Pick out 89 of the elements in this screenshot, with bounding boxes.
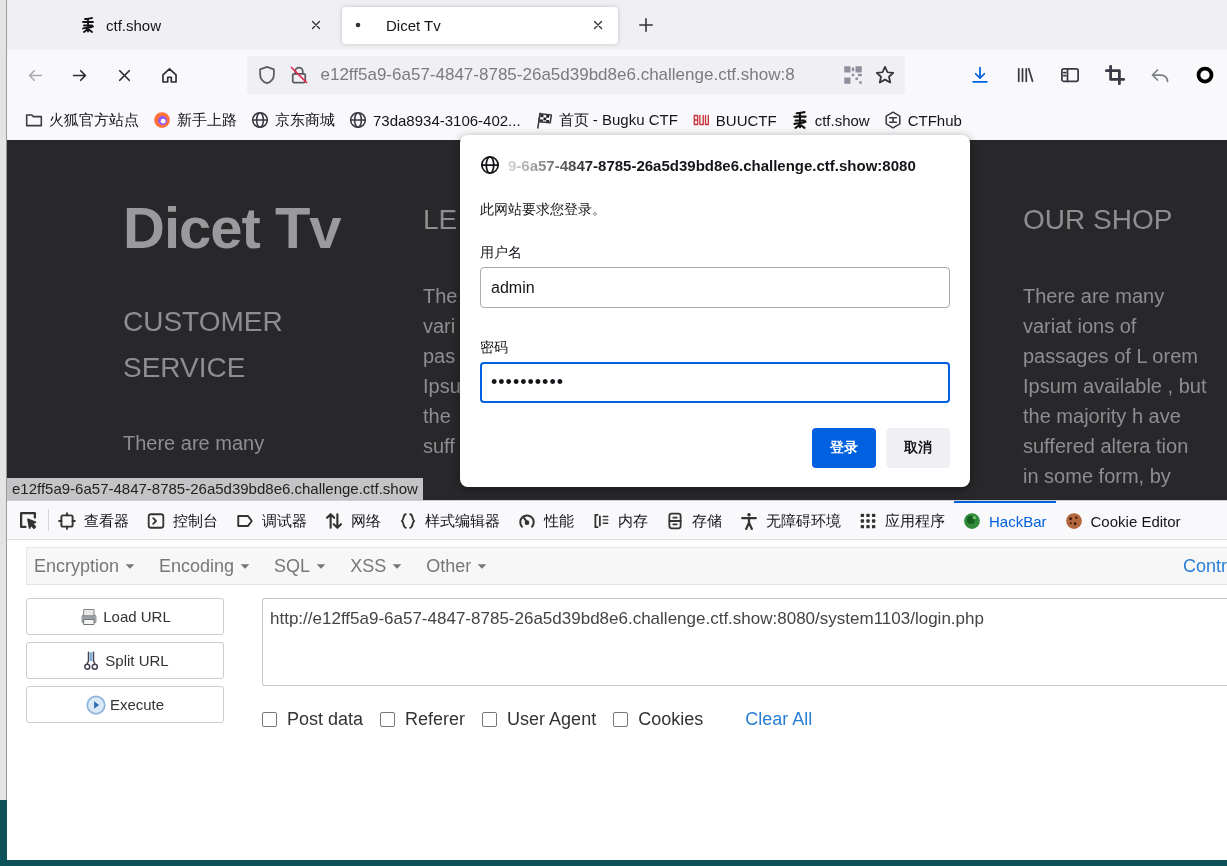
devtools-tab[interactable]: 查看器: [49, 501, 138, 539]
browser-logo-icon: [153, 111, 171, 129]
new-tab-icon[interactable]: [637, 16, 655, 34]
checkered-flag-icon: [534, 111, 553, 129]
devtools-tab[interactable]: 应用程序: [850, 501, 954, 539]
inspector-icon: [58, 512, 76, 530]
bookmark[interactable]: ctf.show: [784, 107, 876, 133]
action-button[interactable]: Load URL: [26, 598, 224, 635]
grid-icon: [859, 512, 877, 530]
accessibility-icon: [740, 512, 758, 530]
bookmark[interactable]: 73da8934-3106-402...: [343, 107, 527, 133]
cancel-button[interactable]: 取消: [886, 428, 950, 468]
clear-all-link[interactable]: Clear All: [745, 708, 813, 730]
printer-icon: [79, 606, 100, 627]
site-logo-icon: [790, 111, 809, 129]
devtools-tab[interactable]: 存储: [657, 501, 731, 539]
lock-icon[interactable]: [288, 65, 309, 85]
checkbox[interactable]: [262, 711, 277, 727]
devtools-tab[interactable]: 网络: [316, 501, 390, 539]
login-message: 此网站要求您登录。: [480, 200, 607, 219]
cookie-icon: [1064, 512, 1083, 530]
download-icon[interactable]: [969, 65, 990, 85]
action-button[interactable]: Split URL: [26, 642, 224, 679]
section-text: The vari pas Ipsu the suff: [423, 284, 461, 459]
devtools-tab[interactable]: 控制台: [138, 501, 227, 539]
bookmark[interactable]: 火狐官方站点: [19, 106, 145, 134]
devtools-tab[interactable]: Cookie Editor: [1055, 501, 1190, 539]
dropdown-menu[interactable]: XSS: [350, 555, 405, 577]
arrows-icon: [325, 512, 343, 530]
globe-icon: [349, 111, 367, 129]
memory-icon: [592, 512, 610, 530]
globe-icon: [480, 155, 500, 175]
hexagon-logo-icon: [883, 111, 902, 129]
checkbox[interactable]: [482, 711, 498, 727]
username-field[interactable]: admin: [480, 267, 950, 308]
checkbox-label: Referer: [405, 708, 466, 730]
bookmark[interactable]: 京东商城: [245, 106, 341, 134]
gauge-icon: [518, 512, 536, 530]
dropdown-menu[interactable]: Encoding: [159, 555, 253, 577]
url-textarea[interactable]: http://e12ff5a9-6a57-4847-8785-26a5d39bd8e6.challenge.ctf.show:8080/system1103/login.php: [262, 598, 1227, 686]
ring-icon[interactable]: [1194, 65, 1215, 85]
site-logo: Dicet Tv: [123, 195, 342, 261]
password-field[interactable]: ••••••••••: [480, 362, 950, 403]
dropdown-menu[interactable]: Encryption: [34, 555, 138, 577]
star-icon[interactable]: [875, 65, 896, 85]
checkbox-label: Cookies: [638, 708, 704, 730]
link-status-tooltip: e12ff5a9-6a57-4847-8785-26a5d39bd8e6.challenge.ctf.show: [7, 478, 423, 500]
browser-tab[interactable]: ctf.show: [60, 6, 336, 44]
dropdown-menu[interactable]: SQL: [274, 555, 329, 577]
shield-icon[interactable]: [256, 65, 277, 85]
checkbox-label: User Agent: [507, 708, 597, 730]
action-button[interactable]: Execute: [26, 686, 224, 723]
login-button[interactable]: 登录: [812, 428, 876, 468]
braces-icon: [399, 512, 417, 530]
section-heading: LE: [423, 203, 458, 237]
qr-code-icon[interactable]: [843, 65, 864, 85]
globe-icon: [251, 111, 269, 129]
bookmark[interactable]: 新手上路: [147, 106, 243, 134]
menu-link[interactable]: Contr: [1183, 555, 1227, 577]
section-heading: CUSTOMER SERVICE: [123, 305, 283, 385]
devtools-tab[interactable]: 无障碍环境: [731, 501, 850, 539]
browser-tab[interactable]: Dicet Tv: [342, 6, 618, 44]
crop-icon[interactable]: [1104, 65, 1125, 85]
site-logo-icon: [80, 17, 96, 33]
field-label: 密码: [480, 338, 509, 357]
devtools-tab[interactable]: 性能: [509, 501, 583, 539]
checkbox-label: Post data: [287, 708, 364, 730]
debugger-icon: [236, 512, 254, 530]
hackbar-logo-icon: [963, 512, 981, 530]
field-label: 用户名: [480, 243, 523, 262]
home-icon[interactable]: [159, 65, 179, 85]
play-icon: [85, 694, 106, 715]
element-picker-icon[interactable]: [18, 510, 38, 530]
section-heading: OUR SHOP: [1023, 203, 1173, 237]
section-text: There are many: [123, 431, 265, 456]
devtools-tab[interactable]: 样式编辑器: [390, 501, 509, 539]
sidebar-icon[interactable]: [1059, 65, 1080, 85]
bookmark[interactable]: BUUCTF: [685, 107, 783, 133]
dropdown-menu[interactable]: Other: [426, 555, 490, 577]
bookmark[interactable]: 首页 - Bugku CTF: [528, 106, 684, 134]
bookmark[interactable]: CTFhub: [877, 107, 968, 133]
checkbox[interactable]: [613, 711, 629, 727]
devtools-tab[interactable]: 调试器: [227, 501, 316, 539]
console-icon: [147, 512, 165, 530]
section-text: There are many variat ions of passages of L orem Ipsum available , but the majority h ave suffered altera tion in some form, by: [1023, 284, 1207, 489]
storage-icon: [666, 512, 684, 530]
checkbox[interactable]: [380, 711, 396, 727]
folder-icon: [25, 111, 43, 129]
devtools-tab[interactable]: 内存: [583, 501, 657, 539]
